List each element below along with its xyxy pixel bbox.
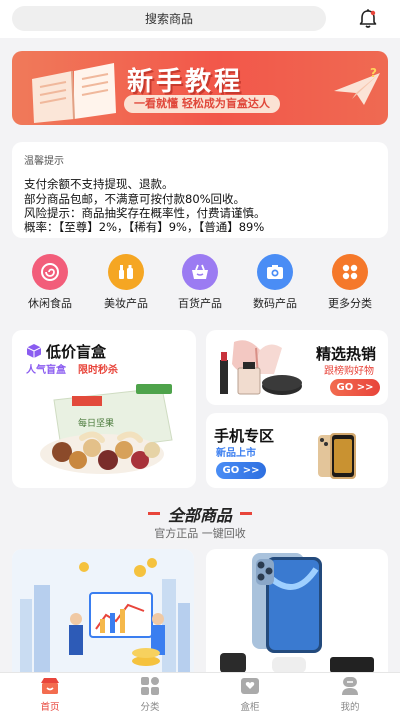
low-price-blindbox-card[interactable]: 低价盲盒 人气盲盒 限时秒杀 每日坚果 bbox=[12, 330, 196, 488]
hot-sale-card[interactable]: 精选热销 跟榜购好物 GO >> bbox=[206, 330, 388, 405]
phone-zone-go-button[interactable]: GO >> bbox=[216, 462, 266, 479]
hot-sale-go-button[interactable]: GO >> bbox=[330, 379, 380, 396]
shopping-basket-icon bbox=[182, 254, 218, 290]
banner-subtitle: 一看就懂 轻松成为盲盒达人 bbox=[124, 95, 280, 113]
section-title: 全部商品 bbox=[167, 506, 232, 525]
search-bar[interactable]: 搜索商品 bbox=[12, 6, 326, 31]
category-label: 数码产品 bbox=[253, 297, 297, 310]
phone-zone-title: 手机专区 bbox=[214, 427, 275, 445]
paper-plane-icon: ? bbox=[334, 66, 380, 105]
user-icon bbox=[342, 677, 358, 695]
banner-title: 新手教程 bbox=[127, 67, 244, 97]
top-bar: 搜索商品 bbox=[0, 0, 400, 38]
nuts-gift-box-image: 每日坚果 bbox=[40, 384, 173, 474]
phone-zone-card[interactable]: 手机专区 新品上市 GO >> bbox=[206, 413, 388, 488]
box-cabinet-icon bbox=[241, 678, 259, 694]
cube-icon bbox=[26, 344, 42, 358]
category-makeup[interactable]: 美妆产品 bbox=[90, 250, 162, 314]
low-price-tag-popular: 人气盲盒 bbox=[26, 365, 66, 376]
grid-icon bbox=[332, 254, 368, 290]
category-label: 百货产品 bbox=[178, 297, 222, 310]
category-more[interactable]: 更多分类 bbox=[314, 250, 386, 314]
category-general[interactable]: 百货产品 bbox=[164, 250, 236, 314]
hot-sale-tag: 跟榜购好物 bbox=[324, 366, 374, 377]
tab-home[interactable]: 首页 bbox=[0, 673, 100, 711]
tab-label: 分类 bbox=[140, 702, 160, 711]
search-label: 搜索商品 bbox=[144, 12, 193, 26]
camera-icon bbox=[257, 254, 293, 290]
tab-label: 盒柜 bbox=[240, 702, 260, 711]
low-price-title: 低价盲盒 bbox=[46, 343, 107, 361]
phone-zone-tag: 新品上市 bbox=[216, 448, 256, 459]
bell-icon[interactable] bbox=[357, 8, 379, 30]
notice-line: 支付余额不支持提现、退款。 bbox=[24, 177, 174, 191]
category-label: 美妆产品 bbox=[104, 297, 148, 310]
low-price-tag-flash: 限时秒杀 bbox=[78, 365, 118, 376]
box-label: 每日坚果 bbox=[78, 417, 114, 429]
business-recycle-illustration bbox=[12, 549, 194, 674]
product-card[interactable] bbox=[12, 549, 194, 689]
makeup-icon bbox=[108, 254, 144, 290]
category-digital[interactable]: 数码产品 bbox=[239, 250, 311, 314]
section-subtitle: 官方正品 一键回收 bbox=[154, 527, 246, 540]
tab-category[interactable]: 分类 bbox=[100, 673, 200, 711]
svg-text:?: ? bbox=[370, 66, 377, 80]
home-icon bbox=[41, 678, 59, 694]
tab-box-cabinet[interactable]: 盒柜 bbox=[200, 673, 300, 711]
category-snacks[interactable]: 休闲食品 bbox=[14, 250, 86, 314]
open-book-illustration bbox=[32, 63, 116, 123]
tab-label: 我的 bbox=[340, 702, 360, 711]
notice-line: 概率：【至尊】2%，【稀有】9%，【普通】89% bbox=[24, 220, 265, 234]
tutorial-banner[interactable]: 新手教程 一看就懂 轻松成为盲盒达人 ? bbox=[12, 51, 388, 125]
tab-profile[interactable]: 我的 bbox=[300, 673, 400, 711]
category-label: 休闲食品 bbox=[28, 297, 72, 310]
notice-card: 温馨提示 支付余额不支持提现、退款。 部分商品包邮，不满意可按付款80%回收。 … bbox=[12, 142, 388, 238]
tab-label: 首页 bbox=[40, 702, 60, 711]
product-card[interactable] bbox=[206, 549, 388, 689]
notice-title: 温馨提示 bbox=[24, 156, 64, 167]
candy-icon bbox=[32, 254, 68, 290]
bottom-tab-bar: 首页 分类 盒柜 我的 bbox=[0, 672, 400, 711]
cosmetics-image bbox=[220, 340, 302, 395]
category-icon bbox=[141, 677, 159, 695]
phone-image bbox=[318, 433, 356, 479]
category-row: 休闲食品 美妆产品 百货产品 数码产品 更多分类 bbox=[0, 250, 400, 314]
hot-sale-title: 精选热销 bbox=[316, 345, 377, 363]
category-label: 更多分类 bbox=[328, 297, 372, 310]
iphone-product-image bbox=[220, 553, 374, 673]
title-dash-right bbox=[240, 512, 252, 515]
